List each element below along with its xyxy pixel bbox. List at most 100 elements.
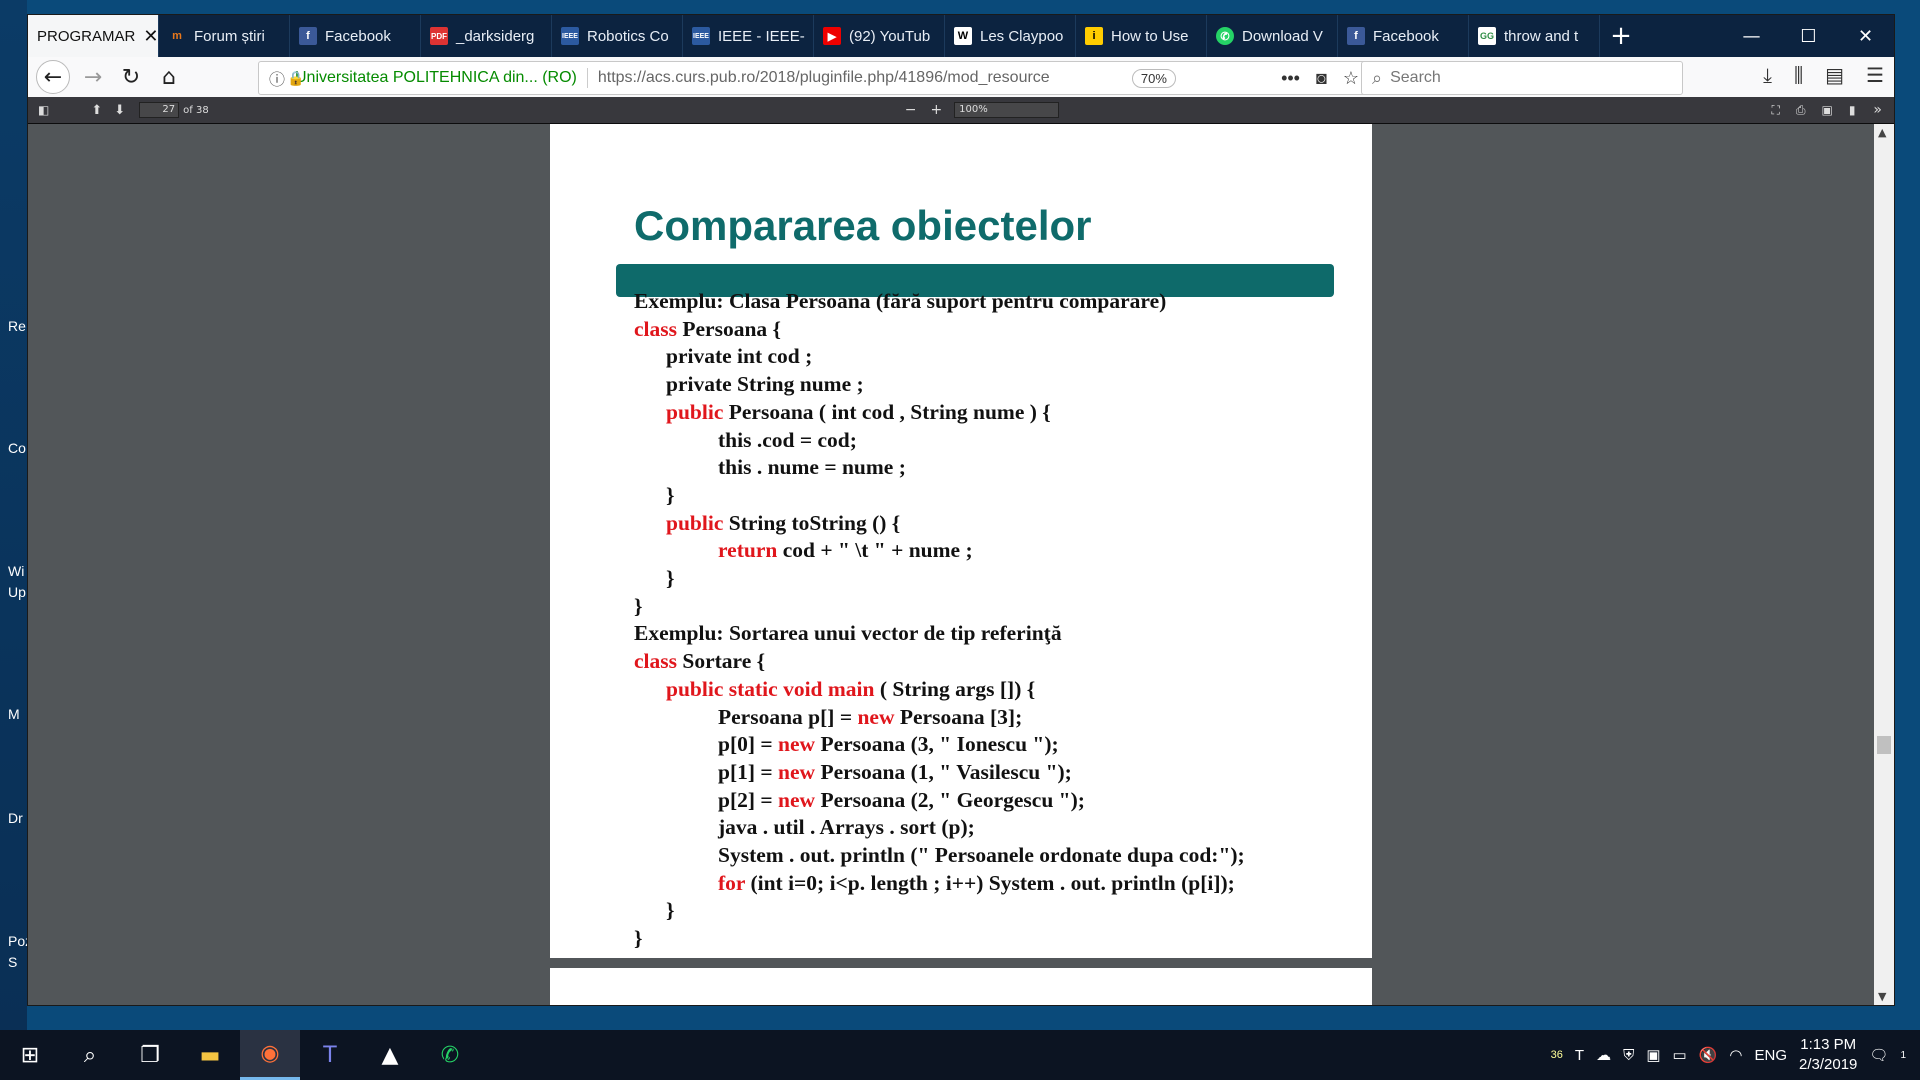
search-input[interactable]: ⌕ Search: [1361, 61, 1683, 95]
desktop-label[interactable]: Co: [8, 440, 26, 456]
pocket-icon[interactable]: ◙: [1316, 68, 1327, 89]
zoom-indicator[interactable]: 70%: [1131, 68, 1176, 88]
tab-label: Facebook: [1373, 27, 1439, 45]
desktop-label[interactable]: Up: [8, 584, 26, 600]
scroll-down-icon[interactable]: ▼: [1878, 990, 1886, 1003]
tab-facebook[interactable]: f Facebook: [290, 15, 421, 57]
maximize-icon[interactable]: ☐: [1780, 15, 1837, 57]
search-icon[interactable]: ⌕: [60, 1030, 120, 1080]
new-tab-button[interactable]: +: [1600, 15, 1642, 57]
desktop-label[interactable]: S: [8, 954, 17, 970]
vertical-scrollbar[interactable]: ▲ ▼: [1874, 124, 1894, 1005]
downloads-icon[interactable]: ⤓: [1763, 63, 1772, 87]
zoom-select[interactable]: 100%: [954, 102, 1060, 118]
code-keyword: for: [718, 870, 746, 895]
task-view-icon[interactable]: ❐: [120, 1030, 180, 1080]
bookmark-star-icon[interactable]: ☆: [1343, 68, 1359, 89]
back-button[interactable]: ←: [36, 60, 70, 94]
hamburger-menu-icon[interactable]: ☰: [1866, 63, 1884, 87]
code-keyword: return: [718, 538, 778, 563]
tab-programare[interactable]: PROGRAMAR ✕: [28, 15, 159, 57]
start-icon[interactable]: ⊞: [0, 1030, 60, 1080]
code-block: Exemplu: Clasa Persoana (fără suport pen…: [634, 288, 1245, 953]
battery-icon[interactable]: ▭: [1673, 1046, 1687, 1064]
notifications-icon[interactable]: 🗨: [1869, 1046, 1888, 1064]
toggle-sidebar-icon[interactable]: ◧: [38, 103, 49, 117]
url-text[interactable]: https://acs.curs.pub.ro/2018/pluginfile.…: [598, 69, 1118, 87]
tab-ieee[interactable]: IEEE IEEE - IEEE-: [683, 15, 814, 57]
page-number-input[interactable]: 27: [139, 102, 180, 118]
previous-page-icon[interactable]: ⬆: [91, 103, 102, 118]
code-line: class Persoana {: [634, 316, 1245, 344]
lock-icon: 🔒: [287, 69, 305, 86]
tab-label: IEEE - IEEE-: [718, 27, 805, 45]
presentation-mode-icon[interactable]: ⛶: [1771, 103, 1779, 118]
close-tab-icon[interactable]: ✕: [143, 26, 158, 47]
tab-throw[interactable]: GG throw and t: [1469, 15, 1600, 57]
tab-download[interactable]: ✆ Download V: [1207, 15, 1338, 57]
code-line: public String toString () {: [634, 510, 1245, 538]
zoom-in-icon[interactable]: +: [930, 102, 942, 118]
library-icon[interactable]: ⫼: [1794, 63, 1803, 87]
whatsapp-icon[interactable]: ✆: [420, 1030, 480, 1080]
bookmark-icon[interactable]: ▮: [1849, 103, 1856, 117]
tab-forum[interactable]: m Forum știri: [159, 15, 290, 57]
drive-tray-icon[interactable]: ☁: [1596, 1046, 1611, 1064]
home-button[interactable]: ⌂: [150, 60, 188, 94]
forum-icon: m: [172, 30, 182, 42]
volume-muted-icon[interactable]: 🔇: [1699, 1046, 1718, 1064]
url-bar[interactable]: ⓘ 🔒 Universitatea POLITEHNICA din... (RO…: [258, 61, 1370, 95]
slide-title: Compararea obiectelor: [634, 202, 1092, 249]
network-adapter-icon[interactable]: ▣: [1646, 1046, 1660, 1064]
sidebar-icon[interactable]: ▤: [1825, 63, 1844, 87]
next-page-icon[interactable]: ⬇: [114, 103, 125, 118]
tab-youtube[interactable]: ▶ (92) YouTub: [814, 15, 945, 57]
zoom-out-icon[interactable]: −: [905, 102, 917, 118]
clock[interactable]: 1:13 PM 2/3/2019: [1799, 1035, 1857, 1075]
language-indicator[interactable]: ENG: [1754, 1047, 1787, 1064]
tab-les-claypool[interactable]: W Les Claypoo: [945, 15, 1076, 57]
close-window-icon[interactable]: ✕: [1837, 15, 1894, 57]
forward-button[interactable]: →: [74, 60, 112, 94]
tab-facebook-2[interactable]: f Facebook: [1338, 15, 1469, 57]
desktop-label[interactable]: M: [8, 706, 20, 722]
photos-icon[interactable]: ▲: [360, 1030, 420, 1080]
reload-button[interactable]: ↻: [112, 60, 150, 94]
scroll-up-icon[interactable]: ▲: [1878, 126, 1886, 139]
print-icon[interactable]: ⎙: [1796, 103, 1806, 118]
page-total: of 38: [183, 104, 209, 116]
scrollbar-thumb[interactable]: [1877, 736, 1891, 754]
code-text: cod + " \t " + nume ;: [777, 538, 973, 563]
teams-icon[interactable]: T: [300, 1030, 360, 1080]
pdf-page: Compararea obiectelor Exemplu: Clasa Per…: [550, 124, 1372, 958]
system-tray: 36 T ☁ ⛨ ▣ ▭ 🔇 ◠ ENG 1:13 PM 2/3/2019 🗨 …: [1551, 1035, 1906, 1075]
save-icon[interactable]: ▣: [1821, 103, 1832, 117]
minimize-icon[interactable]: —: [1723, 15, 1780, 57]
ieee-icon: IEEE: [561, 27, 579, 45]
firefox-icon[interactable]: ◉: [240, 1030, 300, 1080]
firefox-window: PROGRAMAR ✕ m Forum știri f Facebook PDF _d…: [27, 14, 1895, 1006]
code-text: Persoana ( int cod , String nume ) {: [723, 399, 1051, 424]
shield-icon[interactable]: ⛨: [1623, 1047, 1634, 1064]
page-actions-menu-icon[interactable]: •••: [1281, 68, 1300, 89]
teams-tray-icon[interactable]: T: [1575, 1047, 1584, 1064]
tools-menu-icon[interactable]: »: [1873, 102, 1882, 118]
tab-robotics[interactable]: IEEE Robotics Co: [552, 15, 683, 57]
wifi-icon[interactable]: ◠: [1729, 1046, 1742, 1064]
file-explorer-icon[interactable]: ▬: [180, 1030, 240, 1080]
site-identity[interactable]: Universitatea POLITEHNICA din... (RO): [295, 69, 577, 87]
tab-how-to-use[interactable]: i How to Use: [1076, 15, 1207, 57]
code-text: java . util . Arrays . sort (p);: [718, 815, 975, 840]
tab-darksiderg[interactable]: PDF _darksiderg: [421, 15, 552, 57]
desktop-label[interactable]: Wi: [8, 563, 24, 579]
code-keyword: class: [634, 649, 677, 674]
desktop-label[interactable]: Dr: [8, 810, 23, 826]
code-text: this . nume = nume ;: [718, 455, 906, 480]
pdf-viewer[interactable]: Compararea obiectelor Exemplu: Clasa Per…: [28, 124, 1894, 1005]
code-line: }: [634, 593, 1245, 621]
ieee-icon: IEEE: [692, 27, 710, 45]
tab-label: _darksiderg: [456, 27, 535, 45]
info-icon[interactable]: ⓘ: [269, 66, 285, 90]
desktop-label[interactable]: Re: [8, 318, 26, 334]
tray-badge: 36: [1550, 1049, 1563, 1061]
